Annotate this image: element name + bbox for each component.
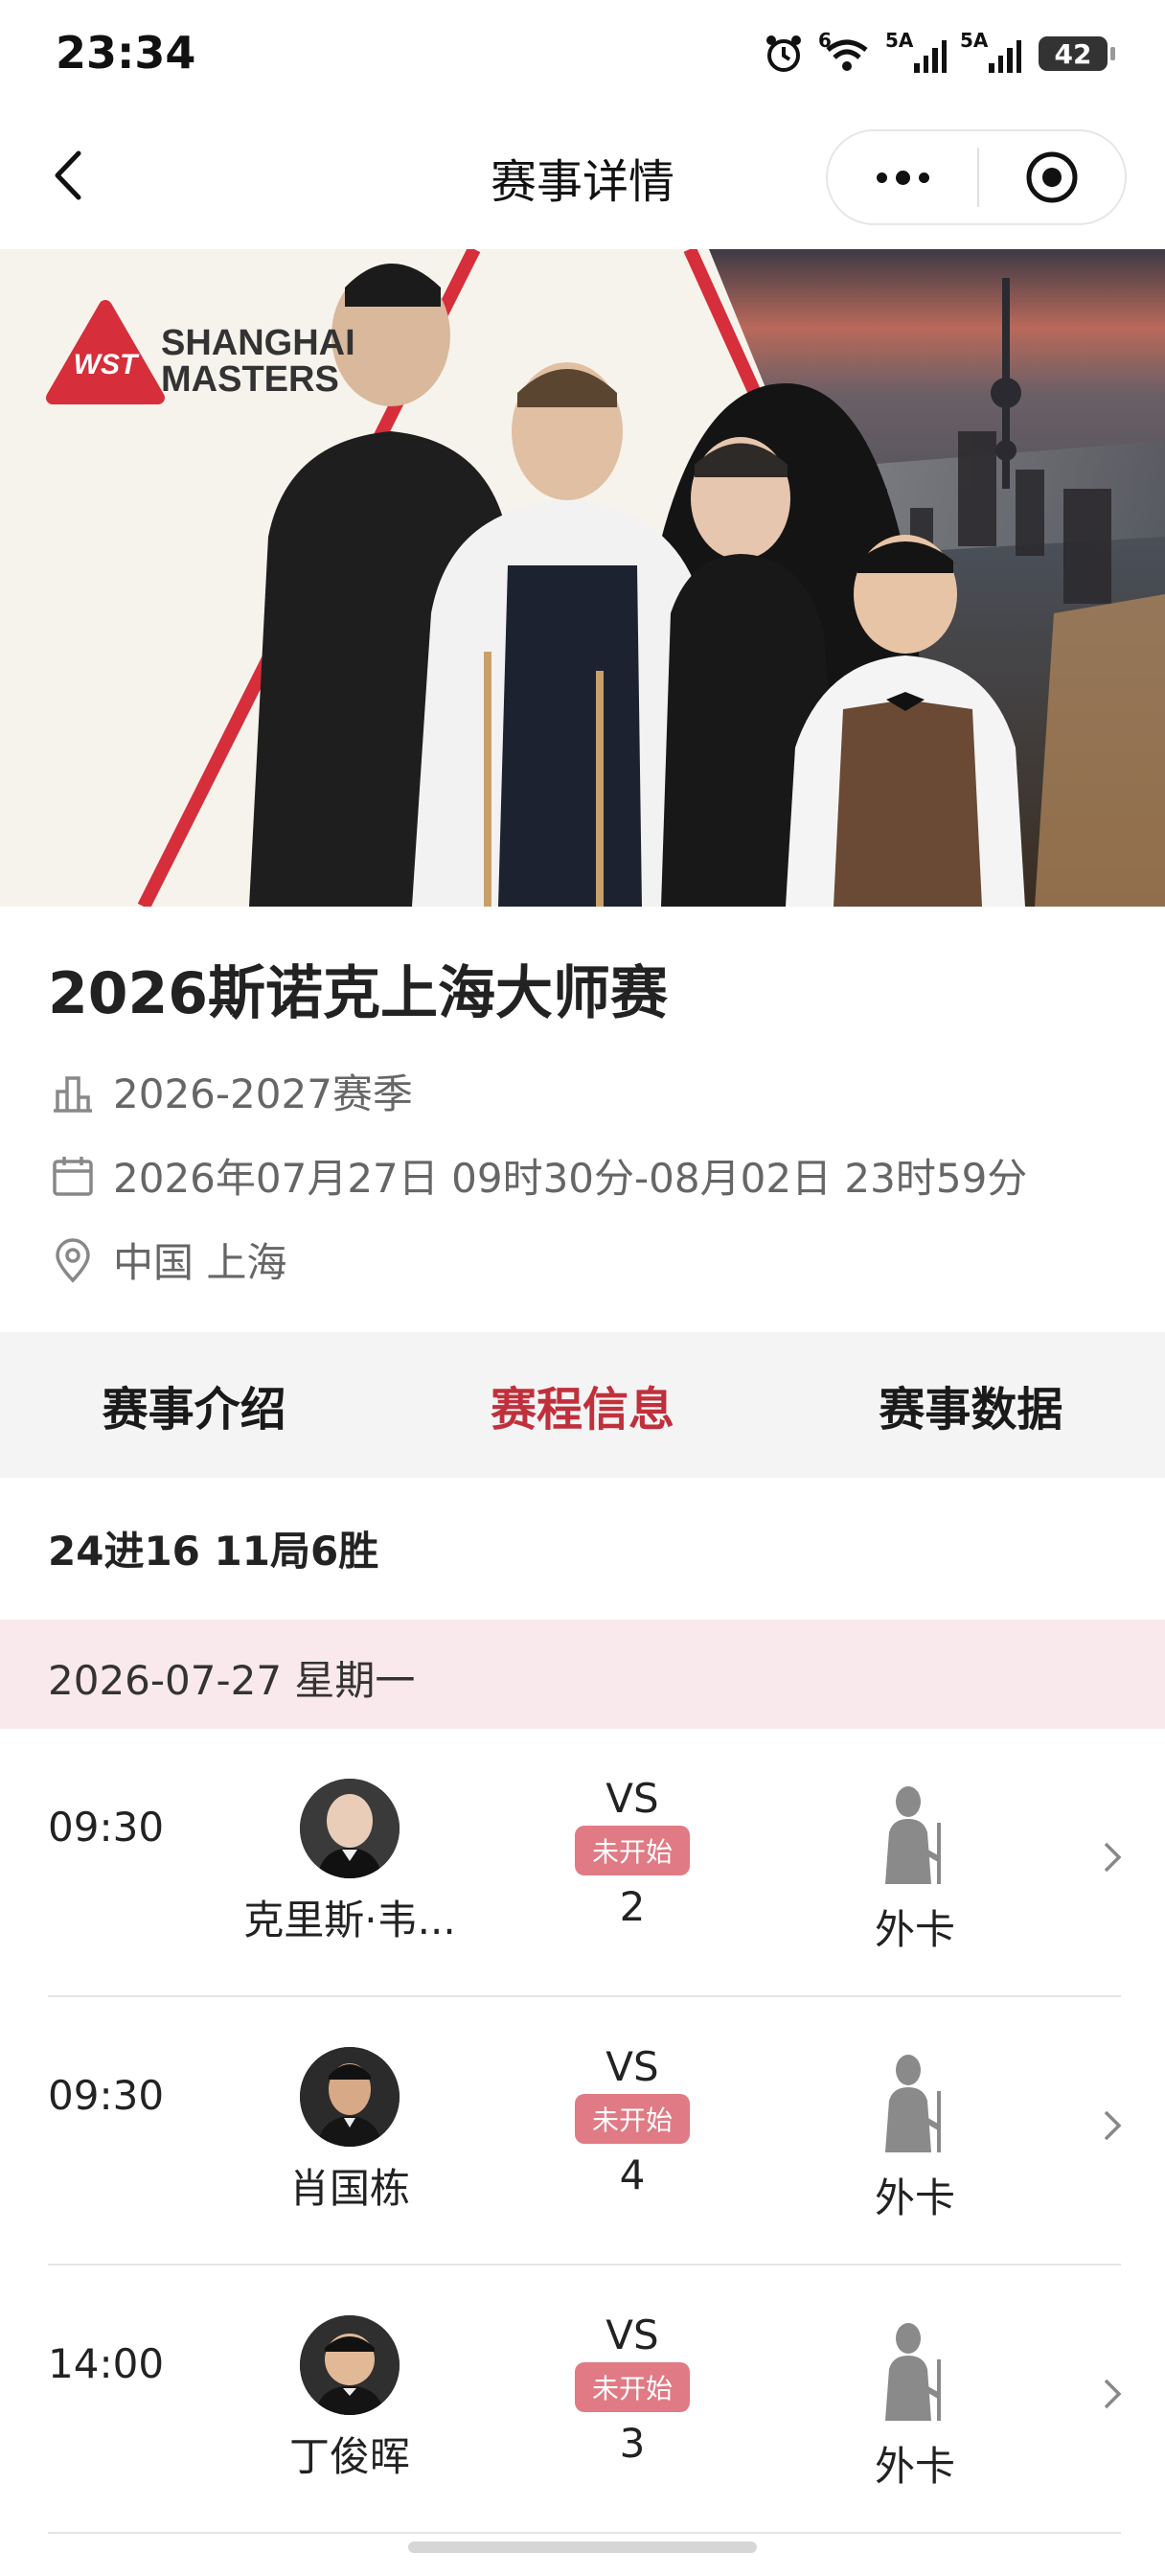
- player-avatar: [300, 1779, 400, 1878]
- status-badge: 未开始: [574, 1826, 690, 1875]
- player-silhouette-icon: [885, 2323, 941, 2421]
- player2-name: 外卡: [874, 2443, 955, 2490]
- datetime-row: 2026年07月27日 09时30分-08月02日 23时59分: [50, 1146, 1027, 1205]
- status-badge: 未开始: [574, 2362, 690, 2412]
- player2[interactable]: 外卡: [786, 2053, 1044, 2224]
- home-indicator[interactable]: [408, 2542, 757, 2553]
- player1-name: 丁俊晖: [288, 2433, 410, 2480]
- match-row[interactable]: 14:00 丁俊晖 VS 未开始 3 外卡: [0, 2266, 1165, 2534]
- location-pin-icon: [56, 1237, 90, 1283]
- player2-name: 外卡: [874, 1906, 955, 1953]
- tab-introduction[interactable]: 赛事介绍: [0, 1371, 388, 1438]
- tab-schedule[interactable]: 赛程信息: [388, 1371, 776, 1438]
- match-center: VS 未开始 4: [537, 2043, 728, 2198]
- battery-level: 42: [1054, 37, 1092, 70]
- player1-name: 肖国栋: [288, 2165, 410, 2212]
- chevron-right-icon: [1104, 2379, 1122, 2409]
- event-title: 2026斯诺克上海大师赛: [48, 960, 668, 1027]
- match-center: VS 未开始 3: [537, 2312, 728, 2467]
- table-number: 4: [619, 2151, 646, 2198]
- match-time: 09:30: [48, 1804, 165, 1851]
- battery-icon: 42: [1039, 36, 1115, 71]
- status-icons: 6 5A 5A 42: [763, 29, 1115, 75]
- date-header: 2026-07-27 星期一: [0, 1620, 1165, 1729]
- nav-bar: 赛事详情: [0, 113, 1165, 249]
- event-datetime: 2026年07月27日 09时30分-08月02日 23时59分: [113, 1155, 1028, 1202]
- vs-label: VS: [605, 1775, 659, 1822]
- banner-image: WST SHANGHAI MASTERS: [0, 249, 1165, 907]
- table-number: 2: [619, 1883, 646, 1930]
- signal-label-2: 5A: [960, 29, 989, 52]
- player1-name: 克里斯·韦...: [243, 1897, 456, 1944]
- chevron-right-icon: [1104, 2110, 1122, 2141]
- player1[interactable]: 克里斯·韦...: [192, 1779, 508, 1946]
- status-time: 23:34: [56, 27, 196, 79]
- logo-line2: MASTERS: [161, 359, 339, 400]
- status-bar: 23:34 6 5A 5A 42: [0, 0, 1165, 113]
- wifi-label: 6: [818, 29, 832, 52]
- row-divider: [48, 2532, 1121, 2534]
- tab-bar: 赛事介绍 赛程信息 赛事数据: [0, 1332, 1165, 1478]
- location-row: 中国 上海: [50, 1230, 286, 1289]
- match-row[interactable]: 09:30 克里斯·韦... VS 未开始 2 外卡: [0, 1729, 1165, 1997]
- status-badge: 未开始: [574, 2094, 690, 2144]
- chart-icon: [54, 1075, 92, 1113]
- mini-program-capsule: [826, 129, 1127, 225]
- calendar-icon: [53, 1156, 93, 1196]
- match-time: 09:30: [48, 2072, 165, 2119]
- round-title: 24进16 11局6胜: [48, 1528, 379, 1575]
- more-dot-icon: [918, 172, 929, 183]
- wifi-icon: 6: [818, 29, 872, 73]
- match-row[interactable]: 09:30 肖国栋 VS 未开始 4 外卡: [0, 1997, 1165, 2266]
- alarm-icon: [766, 35, 801, 72]
- event-location: 中国 上海: [113, 1239, 287, 1286]
- more-dot-icon: [876, 172, 887, 183]
- player2-name: 外卡: [874, 2174, 955, 2221]
- player-avatar: [300, 2047, 400, 2147]
- signal-icon-1: 5A: [885, 29, 947, 73]
- logo-badge-text: WST: [74, 349, 140, 380]
- more-button[interactable]: [828, 131, 977, 223]
- player1[interactable]: 丁俊晖: [192, 2315, 508, 2483]
- vs-label: VS: [605, 2043, 659, 2090]
- more-dot-icon: [895, 170, 910, 185]
- logo-line1: SHANGHAI: [161, 323, 355, 363]
- signal-label-1: 5A: [885, 29, 914, 52]
- event-banner: WST SHANGHAI MASTERS: [0, 249, 1165, 907]
- player-silhouette-icon: [885, 1786, 941, 1884]
- player2[interactable]: 外卡: [786, 2321, 1044, 2493]
- chevron-right-icon: [1104, 1842, 1122, 1873]
- signal-icon-2: 5A: [960, 29, 1021, 73]
- match-center: VS 未开始 2: [537, 1775, 728, 1930]
- player2[interactable]: 外卡: [786, 1784, 1044, 1956]
- season-row: 2026-2027赛季: [50, 1062, 413, 1120]
- date-label: 2026-07-27 星期一: [48, 1657, 416, 1704]
- table-number: 3: [619, 2420, 646, 2467]
- match-time: 14:00: [48, 2340, 165, 2387]
- target-icon: [1026, 151, 1078, 203]
- event-season: 2026-2027赛季: [113, 1070, 413, 1117]
- player1[interactable]: 肖国栋: [192, 2047, 508, 2215]
- close-miniprogram-button[interactable]: [979, 149, 1125, 206]
- vs-label: VS: [605, 2312, 659, 2358]
- player-silhouette-icon: [885, 2055, 941, 2152]
- tab-statistics[interactable]: 赛事数据: [777, 1371, 1165, 1438]
- player-avatar: [300, 2315, 400, 2415]
